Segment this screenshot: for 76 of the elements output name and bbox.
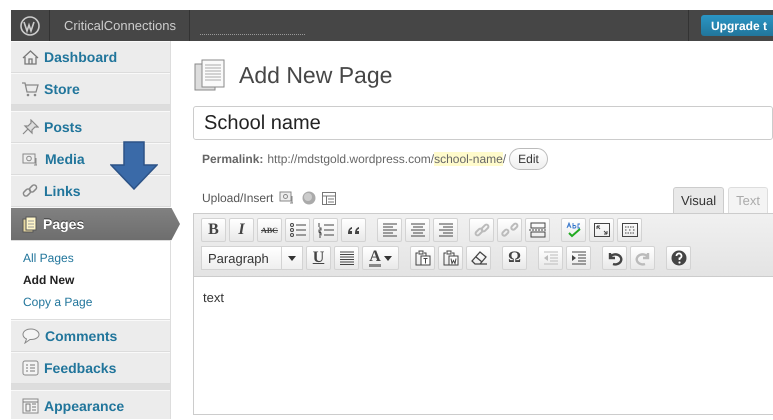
fullscreen-button[interactable] bbox=[589, 218, 614, 242]
paste-text-button[interactable] bbox=[410, 246, 435, 270]
form-icon[interactable] bbox=[322, 192, 336, 204]
format-dropdown[interactable]: Paragraph bbox=[201, 246, 303, 270]
pushpin-icon bbox=[22, 119, 39, 135]
permalink-text: Permalink: http://mdstgold.wordpress.com/school-name/ bbox=[202, 152, 506, 166]
blockquote-button[interactable] bbox=[341, 218, 366, 242]
numbers-icon bbox=[316, 222, 334, 238]
special-character-button[interactable]: Ω bbox=[502, 246, 527, 270]
upgrade-button[interactable]: Upgrade t bbox=[700, 15, 773, 36]
editor-tab[interactable]: Visual bbox=[672, 187, 724, 213]
clear-formatting-button[interactable] bbox=[466, 246, 491, 270]
bullets-icon bbox=[288, 222, 306, 238]
more-tag-button[interactable] bbox=[525, 218, 550, 242]
speech-bubble-icon bbox=[22, 328, 40, 344]
align-left-icon bbox=[380, 222, 398, 238]
kitchen-sink-icon bbox=[620, 222, 638, 238]
media-icon bbox=[22, 152, 40, 166]
help-button[interactable] bbox=[666, 246, 691, 270]
align-left-button[interactable] bbox=[377, 218, 402, 242]
caret-icon bbox=[288, 256, 296, 260]
menu-item[interactable]: Store bbox=[11, 73, 170, 105]
paste-word-icon bbox=[442, 250, 460, 266]
upload-insert-label: Upload/Insert bbox=[202, 191, 274, 205]
bullet-list-button[interactable] bbox=[285, 218, 310, 242]
pages-icon bbox=[22, 216, 38, 232]
caret-icon bbox=[384, 256, 392, 260]
numbered-list-button[interactable] bbox=[313, 218, 338, 242]
redo-icon bbox=[634, 250, 652, 266]
align-right-icon bbox=[436, 222, 454, 238]
indent-button[interactable] bbox=[566, 246, 591, 270]
site-name-link[interactable]: CriticalConnections bbox=[50, 10, 190, 41]
menu-item[interactable]: Dashboard bbox=[11, 41, 170, 73]
align-center-icon bbox=[408, 222, 426, 238]
outdent-icon bbox=[542, 250, 560, 266]
paste-text-icon bbox=[414, 250, 432, 266]
submenu-item[interactable]: All Pages bbox=[11, 247, 170, 269]
indent-icon bbox=[570, 250, 588, 266]
justify-button[interactable] bbox=[334, 246, 359, 270]
italic-button[interactable]: I bbox=[229, 218, 254, 242]
undo-button[interactable] bbox=[602, 246, 627, 270]
more-icon bbox=[528, 222, 546, 238]
bold-button[interactable]: B bbox=[201, 218, 226, 242]
help-icon bbox=[670, 250, 688, 266]
logo-icon[interactable] bbox=[20, 16, 40, 36]
title-field[interactable]: School name bbox=[193, 106, 773, 140]
chain-link-icon bbox=[22, 183, 39, 199]
toolbar-toggle-button[interactable] bbox=[617, 218, 642, 242]
text-color-button[interactable]: A bbox=[362, 246, 399, 270]
menu-item[interactable]: Pages bbox=[11, 207, 180, 241]
house-icon bbox=[22, 50, 39, 64]
layout-icon bbox=[22, 398, 39, 414]
menu-item[interactable]: Appearance bbox=[11, 390, 170, 420]
strikethrough-button[interactable]: ABC bbox=[257, 218, 282, 242]
editor-text: text bbox=[202, 289, 225, 307]
unlink-icon bbox=[500, 222, 518, 238]
align-right-button[interactable] bbox=[433, 218, 458, 242]
cart-icon bbox=[22, 82, 39, 96]
justify-icon bbox=[338, 250, 356, 266]
form-icon bbox=[22, 360, 39, 376]
submenu-item[interactable]: Add New bbox=[11, 269, 170, 291]
menu-item[interactable]: Comments bbox=[11, 320, 170, 352]
underline-button[interactable]: U bbox=[306, 246, 331, 270]
spellcheck-button[interactable] bbox=[561, 218, 586, 242]
page-title: Add New Page bbox=[239, 62, 392, 88]
submenu-item[interactable]: Copy a Page bbox=[11, 291, 170, 313]
pages-icon bbox=[193, 58, 227, 92]
spellcheck-icon bbox=[564, 222, 582, 238]
annotation-arrow bbox=[110, 141, 158, 190]
fullscreen-icon bbox=[592, 222, 610, 238]
menu-item[interactable]: Feedbacks bbox=[11, 352, 170, 384]
align-center-button[interactable] bbox=[405, 218, 430, 242]
link-icon bbox=[472, 222, 490, 238]
paste-word-button[interactable] bbox=[438, 246, 463, 270]
eraser-icon bbox=[470, 250, 488, 266]
edit-button[interactable]: Edit bbox=[509, 148, 548, 170]
